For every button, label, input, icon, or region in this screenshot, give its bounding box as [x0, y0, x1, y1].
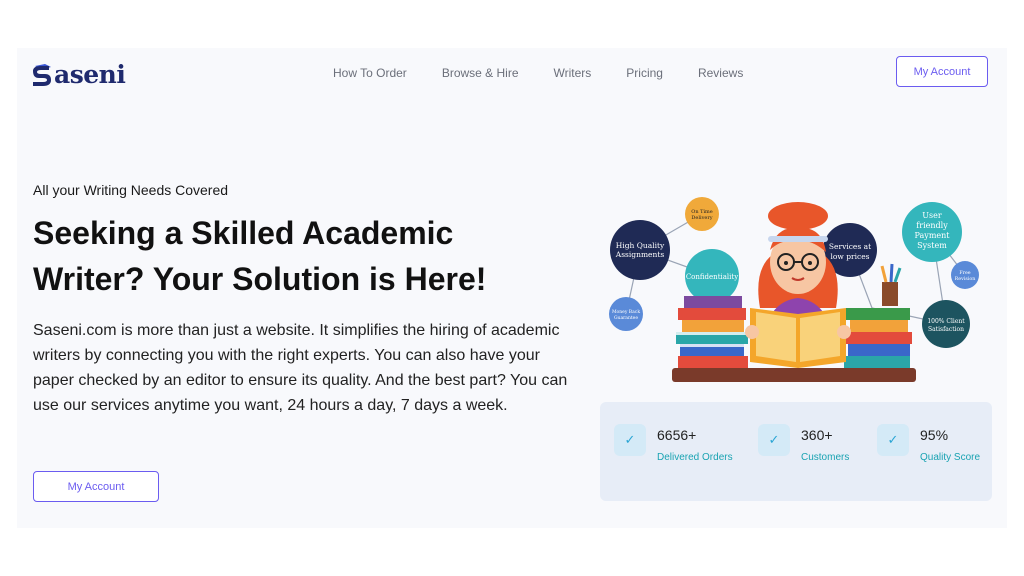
hero-illustration: High Quality Assignments On Time Delivery …: [600, 190, 980, 390]
nav-browse-hire[interactable]: Browse & Hire: [442, 66, 519, 80]
stat-delivered-orders: ✓ 6656+ Delivered Orders: [614, 424, 733, 463]
stat-label: Customers: [801, 452, 850, 463]
hero-headline: Seeking a Skilled Academic Writer? Your …: [33, 215, 487, 297]
hero-eyebrow: All your Writing Needs Covered: [33, 182, 229, 198]
hero-description: Saseni.com is more than just a website. …: [33, 322, 568, 414]
hero-account-button[interactable]: My Account: [33, 471, 159, 502]
stats-panel: ✓ 6656+ Delivered Orders ✓ 360+ Customer…: [600, 402, 992, 501]
nav-how-to-order[interactable]: How To Order: [333, 66, 407, 80]
page: aseni How To Order Browse & Hire Writers…: [17, 48, 1007, 528]
svg-text:Services atlow prices: Services at low prices: [829, 242, 871, 261]
main-nav: How To Order Browse & Hire Writers Prici…: [333, 66, 778, 80]
svg-text:Confidentiality: Confidentiality: [686, 273, 738, 281]
check-icon: ✓: [877, 424, 909, 456]
stat-value: 6656+: [657, 427, 697, 443]
nav-reviews[interactable]: Reviews: [698, 66, 743, 80]
my-account-button[interactable]: My Account: [896, 56, 988, 87]
stat-value: 360+: [801, 427, 833, 443]
nav-writers[interactable]: Writers: [554, 66, 592, 80]
nav-pricing[interactable]: Pricing: [626, 66, 663, 80]
svg-text:High QualityAssignments: High Quality Assignments: [615, 241, 665, 259]
logo[interactable]: aseni: [31, 60, 126, 89]
svg-text:On TimeDelivery: On Time Delivery: [691, 209, 713, 221]
stat-label: Delivered Orders: [657, 452, 733, 463]
check-icon: ✓: [614, 424, 646, 456]
stat-label: Quality Score: [920, 452, 981, 463]
stat-customers: ✓ 360+ Customers: [758, 424, 849, 463]
stat-quality-score: ✓ 95% Quality Score: [877, 424, 980, 463]
svg-text:100% ClientSatisfaction: 100% Client Satisfaction: [927, 318, 965, 333]
check-icon: ✓: [758, 424, 790, 456]
stat-value: 95%: [920, 427, 949, 443]
logo-text: aseni: [54, 60, 126, 89]
logo-mark-icon: [31, 62, 53, 88]
